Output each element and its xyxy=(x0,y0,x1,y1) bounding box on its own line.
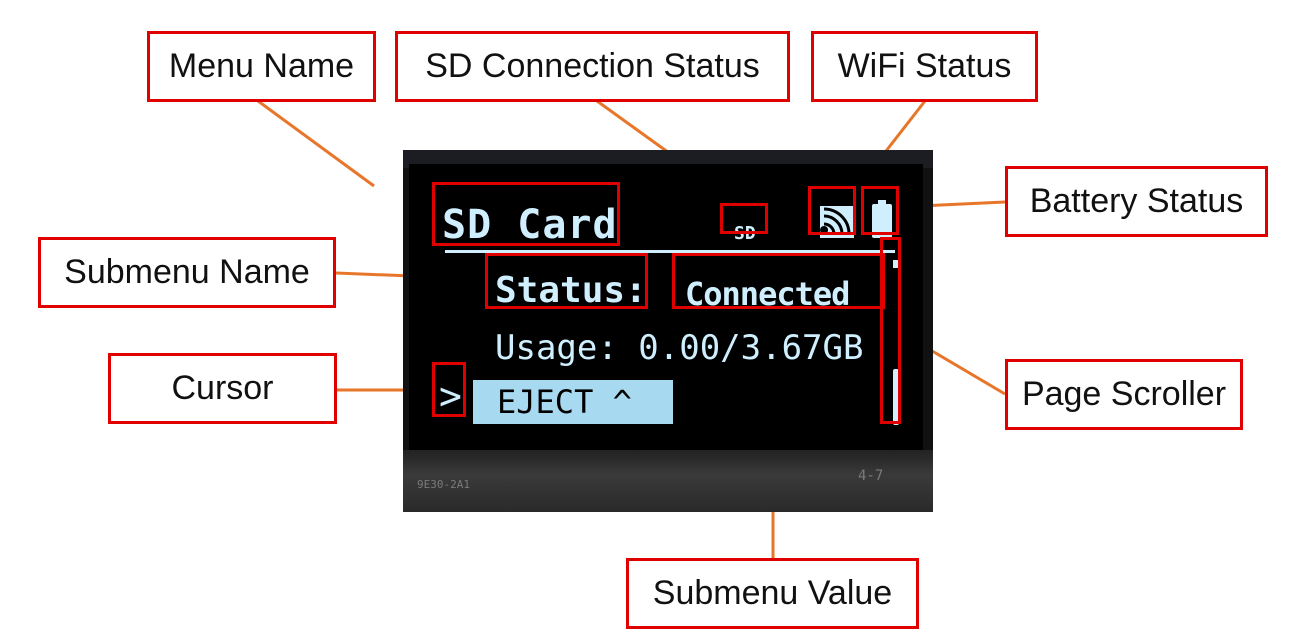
leader-menu-name xyxy=(257,99,375,188)
highlight-cursor xyxy=(432,362,466,417)
callout-cursor: Cursor xyxy=(108,353,337,424)
device-bezel: 9E30-2A1 4-7 xyxy=(403,450,933,512)
board-label-right: 4-7 xyxy=(858,468,884,484)
callout-menu-name: Menu Name xyxy=(147,31,376,102)
highlight-submenu-value xyxy=(672,253,885,309)
highlight-submenu-name xyxy=(485,253,648,309)
callout-page-scroller: Page Scroller xyxy=(1005,359,1243,430)
highlight-menu-name xyxy=(432,182,620,246)
board-label-left: 9E30-2A1 xyxy=(417,478,470,491)
callout-sd-status: SD Connection Status xyxy=(395,31,790,102)
highlight-wifi-status xyxy=(808,186,856,235)
eject-button: EJECT ^ xyxy=(473,380,673,424)
highlight-sd-status xyxy=(720,203,768,234)
highlight-battery-status xyxy=(861,186,899,235)
callout-wifi-status: WiFi Status xyxy=(811,31,1038,102)
callout-battery-status: Battery Status xyxy=(1005,166,1268,237)
usage-text: Usage: 0.00/3.67GB xyxy=(495,328,864,368)
callout-submenu-value: Submenu Value xyxy=(626,558,919,629)
callout-submenu-name: Submenu Name xyxy=(38,237,336,308)
highlight-page-scroller xyxy=(880,237,901,424)
